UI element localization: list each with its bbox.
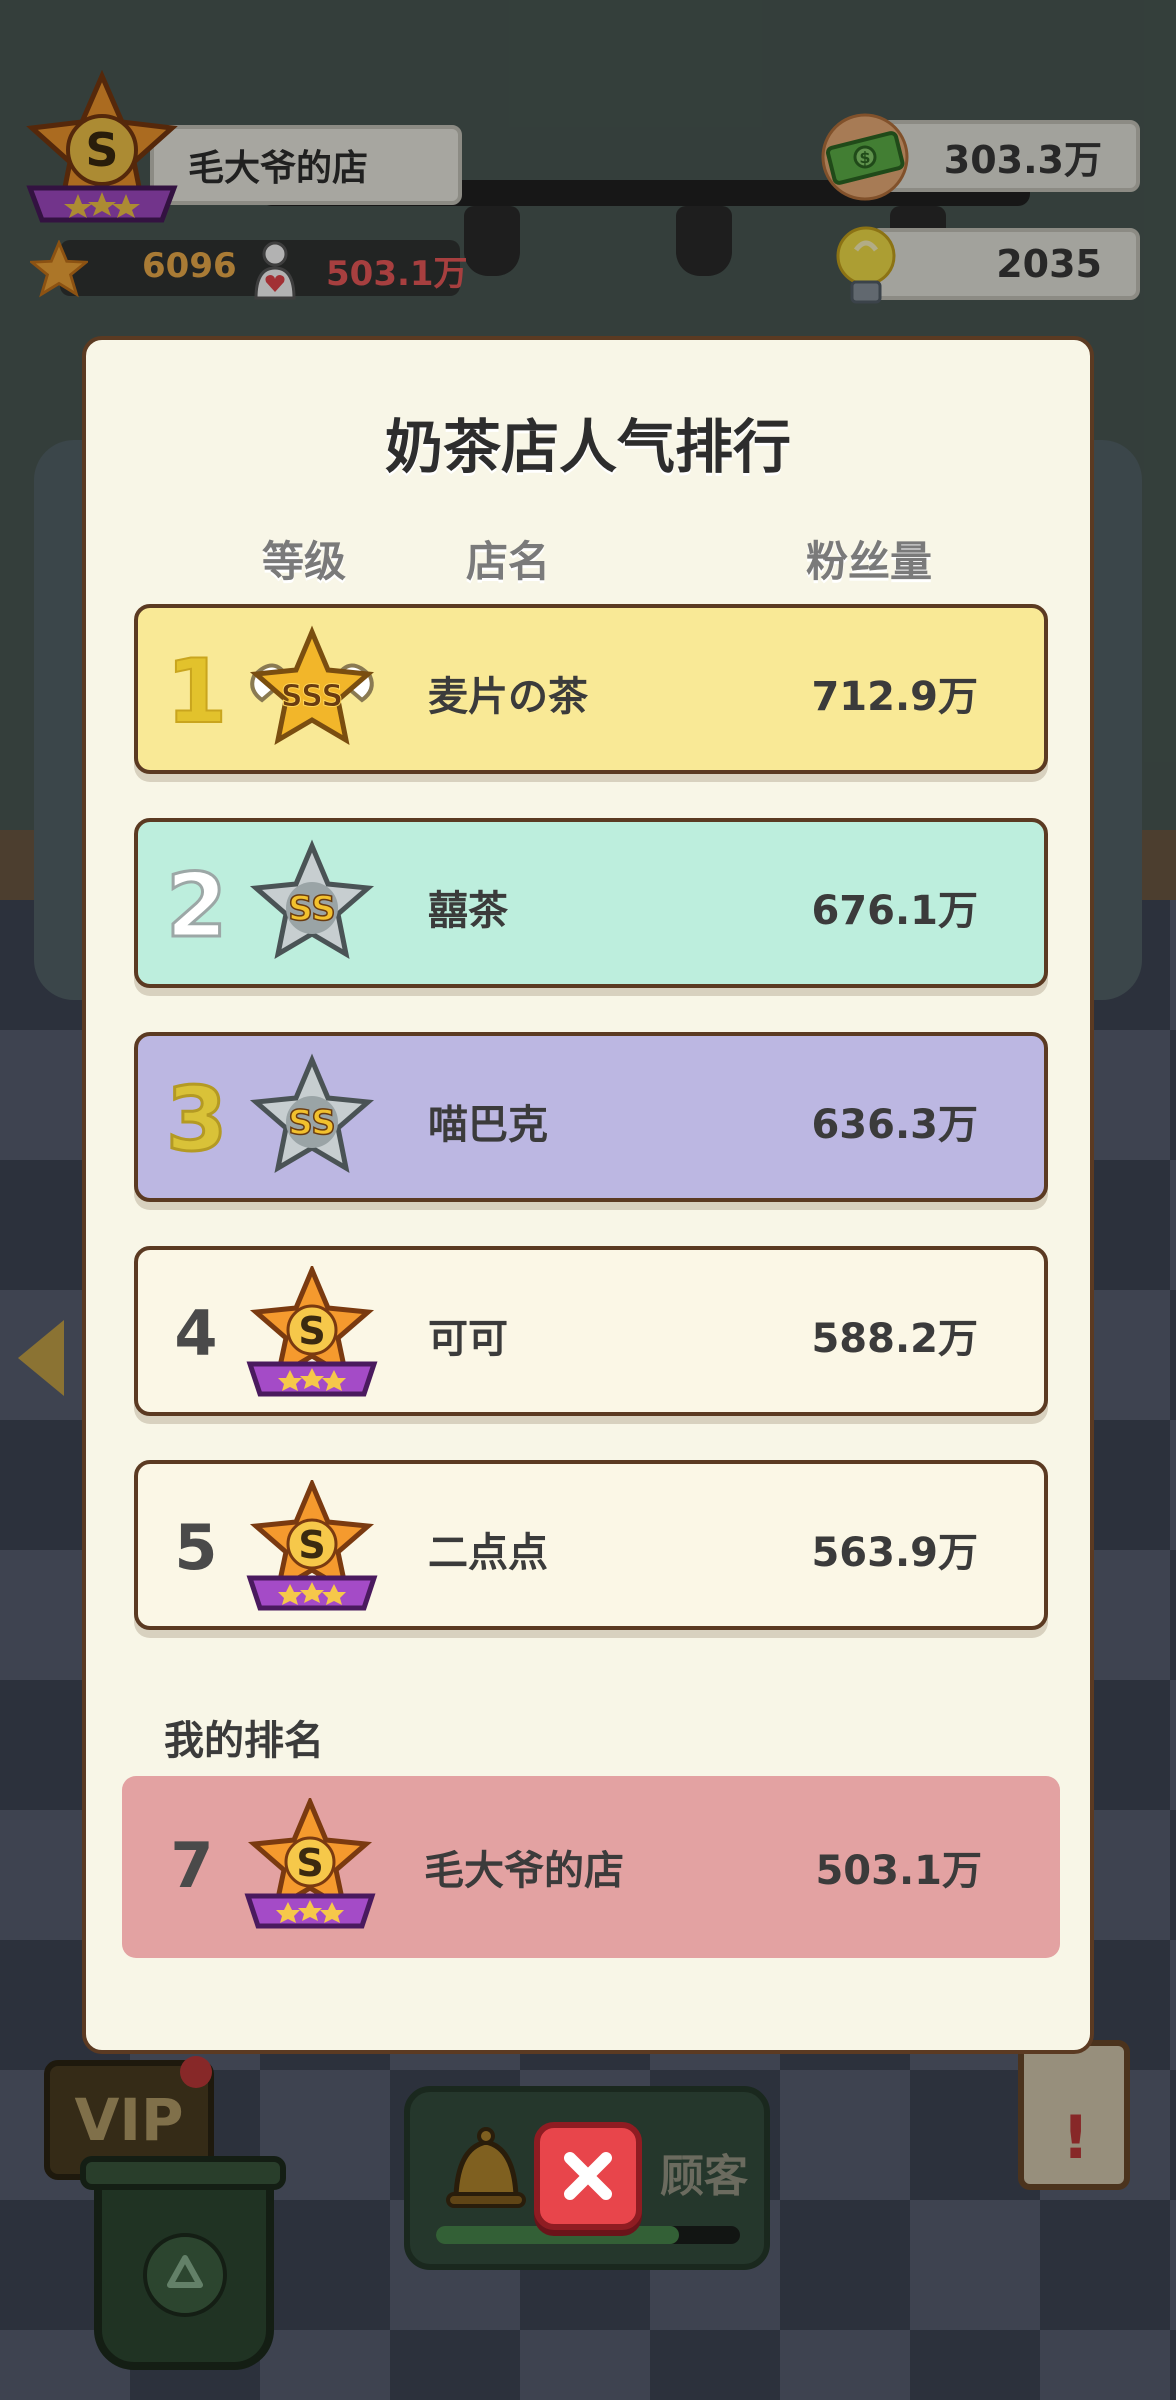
close-x-icon	[564, 2152, 612, 2200]
bronze-star-ribbon-badge-icon: S	[246, 1266, 378, 1397]
bronze-star-ribbon-badge-icon: S	[244, 1798, 376, 1929]
column-header-level: 等级	[262, 537, 347, 586]
rank-number: 5	[174, 1511, 218, 1584]
bronze-star-ribbon-badge-icon: S	[246, 1480, 378, 1611]
rank-number: 1	[165, 640, 228, 743]
shop-name: 二点点	[428, 1530, 548, 1576]
rank-number: 3	[165, 1068, 229, 1171]
shop-name: 喵巴克	[428, 1102, 548, 1148]
rank-row[interactable]: 2 SS 囍茶 676.1万	[134, 818, 1048, 988]
badge-grade: SS	[288, 1103, 335, 1143]
shop-name: 囍茶	[428, 888, 508, 934]
silver-star-badge-icon: SS	[249, 839, 375, 959]
fan-count: 563.9万	[811, 1530, 978, 1576]
fan-count: 676.1万	[811, 888, 978, 934]
fan-count: 503.1万	[815, 1848, 982, 1894]
column-header-fans: 粉丝量	[806, 537, 933, 586]
shop-name: 可可	[428, 1316, 508, 1362]
rank-row[interactable]: 1 SSS 麦片の茶 712.9万	[134, 604, 1048, 774]
rank-row[interactable]: 5 S 二点点 563.9万	[134, 1460, 1048, 1630]
ranking-modal: 奶茶店人气排行 等级 店名 粉丝量 1 SSS 麦片の茶 712.9万 2 SS…	[82, 336, 1094, 2054]
column-header-name: 店名	[466, 537, 551, 586]
silver-star-badge-icon: SS	[249, 1053, 375, 1173]
shop-name: 毛大爷的店	[424, 1848, 624, 1894]
rank-row[interactable]: 4 S 可可 588.2万	[134, 1246, 1048, 1416]
fan-count: 588.2万	[811, 1316, 978, 1362]
my-rank-label: 我的排名	[164, 1718, 324, 1764]
rank-number: 7	[170, 1829, 214, 1902]
fan-count: 636.3万	[811, 1102, 978, 1148]
rank-number: 2	[165, 854, 229, 957]
my-rank-row[interactable]: 7 S 毛大爷的店 503.1万	[122, 1776, 1060, 1958]
modal-title: 奶茶店人气排行	[384, 413, 791, 481]
shop-name: 麦片の茶	[428, 674, 588, 720]
fan-count: 712.9万	[811, 674, 978, 720]
rank-number: 4	[174, 1297, 218, 1370]
rank-row[interactable]: 3 SS 喵巴克 636.3万	[134, 1032, 1048, 1202]
winged-gold-star-badge-icon: SSS	[249, 625, 375, 745]
badge-grade: SSS	[281, 679, 343, 714]
badge-grade: S	[296, 1841, 323, 1885]
badge-grade: S	[298, 1523, 325, 1567]
close-button[interactable]	[534, 2122, 642, 2230]
badge-grade: S	[298, 1309, 325, 1353]
badge-grade: SS	[288, 889, 335, 929]
